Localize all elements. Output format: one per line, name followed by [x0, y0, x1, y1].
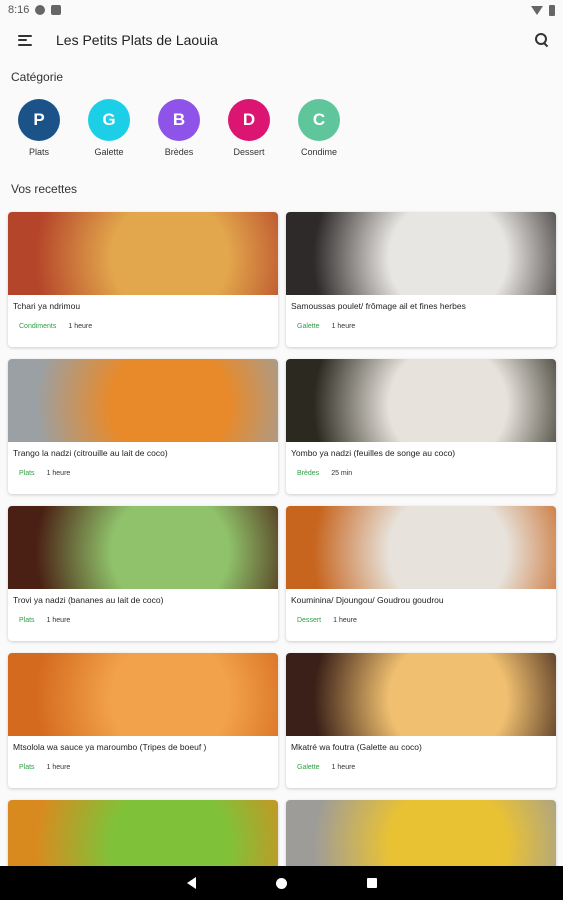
recipe-category: Plats	[19, 470, 35, 477]
recipe-card[interactable]: Mkatré wa foutra (Galette au coco) Galett…	[286, 653, 556, 788]
app-bar: Les Petits Plats de Laouia	[0, 20, 563, 60]
recipe-image	[286, 359, 556, 442]
recipes-heading: Vos recettes	[11, 182, 78, 196]
recipe-title: Kouminina/ Djoungou/ Goudrou goudrou	[291, 595, 444, 605]
recipe-category: Galette	[297, 764, 320, 771]
recipe-card[interactable]: Trovi ya nadzi (bananes au lait de coco)…	[8, 506, 278, 641]
recipe-image	[8, 653, 278, 736]
recipe-meta: Galette 1 heure	[286, 764, 556, 771]
recipe-category: Galette	[297, 323, 320, 330]
back-icon[interactable]	[186, 877, 196, 889]
recipe-card[interactable]: Samoussas poulet/ frômage ail et fines h…	[286, 212, 556, 347]
recipe-title: Tchari ya ndrimou	[13, 301, 81, 311]
category-avatar: P	[18, 99, 60, 141]
recipe-card[interactable]: Yombo ya nadzi (feuilles de songe au coc…	[286, 359, 556, 494]
sd-card-icon	[51, 5, 62, 15]
recipe-meta: Plats 1 heure	[8, 764, 278, 771]
category-item-dessert[interactable]: D Dessert	[228, 99, 270, 157]
menu-icon[interactable]	[18, 34, 32, 46]
recipe-time: 1 heure	[46, 470, 71, 477]
recipe-title: Trango la nadzi (citrouille au lait de c…	[13, 448, 168, 458]
status-bar: 8:16	[0, 0, 563, 20]
recipe-meta: Condiments 1 heure	[8, 323, 278, 330]
recipe-image	[8, 212, 278, 295]
category-item-plats[interactable]: P Plats	[18, 99, 60, 157]
recipe-title: Trovi ya nadzi (bananes au lait de coco)	[13, 595, 164, 605]
category-avatar: C	[298, 99, 340, 141]
recipe-category: Dessert	[297, 617, 322, 624]
recipe-meta: Galette 1 heure	[286, 323, 556, 330]
recipe-category: Brèdes	[297, 470, 320, 477]
recipe-card[interactable]: Trango la nadzi (citrouille au lait de c…	[8, 359, 278, 494]
category-list: P Plats G Galette B Brèdes D Dessert C Condime	[18, 99, 340, 157]
recipe-image	[286, 653, 556, 736]
category-item-condime[interactable]: C Condime	[298, 99, 340, 157]
recipe-image	[286, 506, 556, 589]
category-label: Dessert	[233, 147, 265, 157]
recipe-image	[8, 359, 278, 442]
notification-icon	[35, 5, 46, 15]
category-label: Condime	[300, 147, 338, 157]
recipe-time: 1 heure	[333, 617, 357, 624]
recipe-time: 1 heure	[46, 617, 71, 624]
category-label: Plats	[28, 147, 49, 157]
recipe-image	[286, 212, 556, 295]
recipe-card[interactable]: Mtsolola wa sauce ya maroumbo (Tripes de…	[8, 653, 278, 788]
search-icon[interactable]	[535, 33, 549, 47]
recipe-time: 25 min	[331, 470, 353, 477]
category-label: Galette	[94, 147, 124, 157]
recipe-meta: Plats 1 heure	[8, 617, 278, 624]
recipe-title: Samoussas poulet/ frômage ail et fines h…	[291, 301, 466, 311]
recipe-title: Yombo ya nadzi (feuilles de songe au coc…	[291, 448, 456, 458]
system-nav-bar	[0, 866, 563, 900]
app-title: Les Petits Plats de Laouia	[56, 32, 218, 48]
status-time: 8:16	[8, 4, 30, 16]
category-avatar: D	[228, 99, 270, 141]
battery-icon	[549, 4, 555, 16]
category-item-galette[interactable]: G Galette	[88, 99, 130, 157]
recipe-meta: Brèdes 25 min	[286, 470, 556, 477]
category-avatar: B	[158, 99, 200, 141]
home-icon[interactable]	[275, 877, 287, 889]
recipe-meta: Dessert 1 heure	[286, 617, 556, 624]
recipe-title: Mtsolola wa sauce ya maroumbo (Tripes de…	[13, 742, 207, 752]
category-item-brèdes[interactable]: B Brèdes	[158, 99, 200, 157]
recipe-grid: Tchari ya ndrimou Condiments 1 heure Samous…	[8, 212, 557, 900]
recipe-time: 1 heure	[331, 323, 356, 330]
recipe-category: Plats	[19, 764, 35, 771]
recipe-time: 1 heure	[46, 764, 71, 771]
recipe-card[interactable]: Kouminina/ Djoungou/ Goudrou goudrou Dess…	[286, 506, 556, 641]
recent-apps-icon[interactable]	[366, 878, 377, 888]
recipe-image	[8, 506, 278, 589]
wifi-icon	[531, 5, 543, 15]
category-label: Brèdes	[164, 147, 194, 157]
recipe-time: 1 heure	[68, 323, 93, 330]
recipe-meta: Plats 1 heure	[8, 470, 278, 477]
recipe-title: Mkatré wa foutra (Galette au coco)	[291, 742, 422, 752]
categories-heading: Catégorie	[11, 70, 64, 84]
recipe-time: 1 heure	[331, 764, 356, 771]
category-avatar: G	[88, 99, 130, 141]
recipe-category: Condiments	[19, 323, 57, 330]
recipe-category: Plats	[19, 617, 35, 624]
recipe-card[interactable]: Tchari ya ndrimou Condiments 1 heure	[8, 212, 278, 347]
